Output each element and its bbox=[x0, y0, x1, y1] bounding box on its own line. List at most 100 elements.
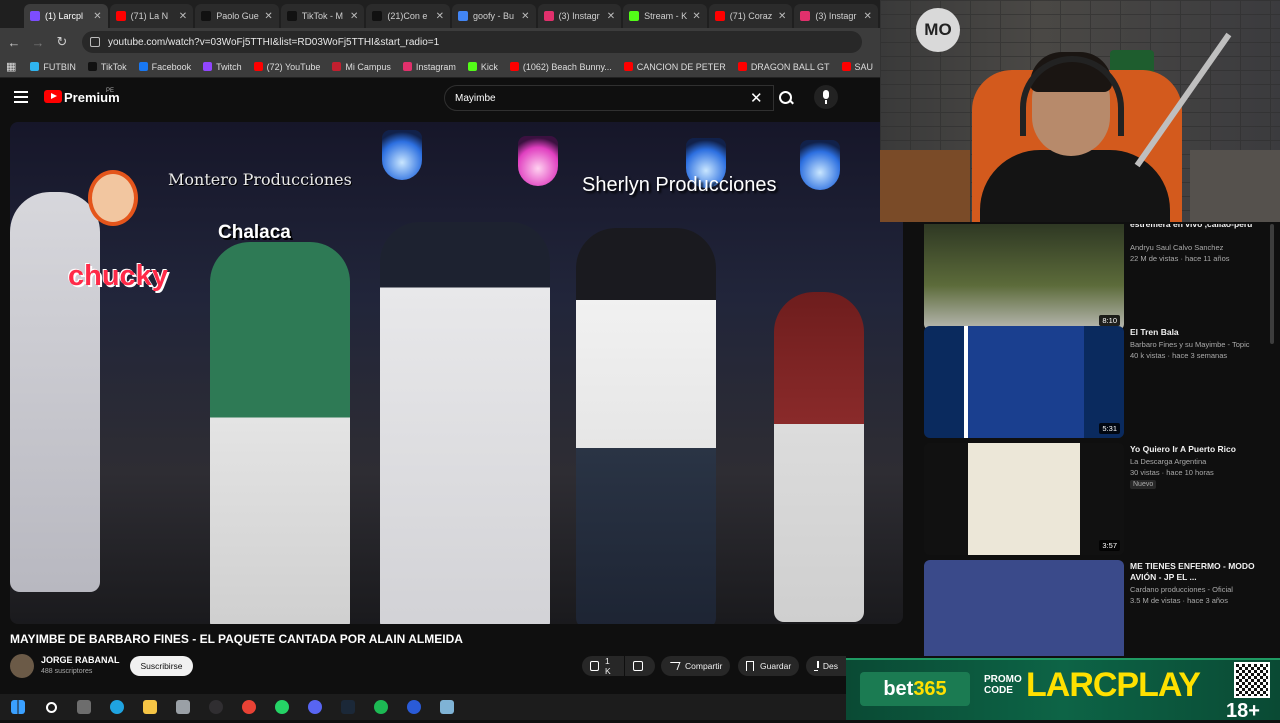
bookmark-favicon-icon bbox=[87, 62, 97, 71]
whatsapp-icon-glyph bbox=[275, 700, 289, 714]
recommended-title[interactable]: estremera en vivo ,callao-peru bbox=[1130, 224, 1260, 230]
browser-tab[interactable]: goofy - Bu ✕ bbox=[451, 4, 536, 28]
bookmark-item[interactable]: SAU bbox=[841, 62, 873, 72]
tab-close-icon[interactable]: ✕ bbox=[778, 11, 786, 22]
discord-icon[interactable] bbox=[305, 697, 325, 717]
bookmark-item[interactable]: Instagram bbox=[402, 62, 456, 72]
download-button[interactable]: Des bbox=[806, 656, 846, 676]
site-info-icon[interactable] bbox=[90, 37, 100, 47]
bookmark-item[interactable]: TikTok bbox=[87, 62, 127, 72]
obs-icon[interactable] bbox=[206, 697, 226, 717]
bookmark-item[interactable]: DRAGON BALL GT bbox=[737, 61, 830, 72]
tab-close-icon[interactable]: ✕ bbox=[692, 11, 700, 22]
chucky-logo-face bbox=[88, 170, 138, 226]
edge-icon[interactable] bbox=[107, 697, 127, 717]
tab-label: Stream - K bbox=[644, 11, 688, 21]
thumbs-down-icon bbox=[633, 661, 643, 671]
calculator-icon[interactable] bbox=[74, 697, 94, 717]
like-button[interactable]: 1 K bbox=[582, 656, 624, 676]
browser-tab[interactable]: (1) Larcpl ✕ bbox=[24, 4, 108, 28]
video-thumbnail[interactable]: 5:31 bbox=[924, 326, 1124, 438]
steam-icon[interactable] bbox=[338, 697, 358, 717]
recommended-video[interactable]: 8:10 estremera en vivo ,callao-peru Andryu… bbox=[924, 224, 1264, 330]
recommended-video[interactable]: ME TIENES ENFERMO - MODO AVIÓN - JP EL .… bbox=[924, 560, 1264, 656]
hamburger-menu-icon[interactable] bbox=[14, 91, 28, 103]
bookmark-favicon-icon bbox=[402, 62, 412, 71]
recommended-title[interactable]: ME TIENES ENFERMO - MODO AVIÓN - JP EL .… bbox=[1130, 561, 1260, 583]
browser-tab[interactable]: (21)Con e ✕ bbox=[366, 4, 450, 28]
video-thumbnail[interactable]: 8:10 bbox=[924, 224, 1124, 330]
bookmark-item[interactable]: FUTBIN bbox=[30, 62, 76, 72]
windows-icon[interactable] bbox=[8, 697, 28, 717]
recommended-channel[interactable]: Andryu Saul Calvo Sanchez bbox=[1130, 243, 1223, 252]
recommended-title[interactable]: El Tren Bala bbox=[1130, 327, 1260, 338]
url-field[interactable]: youtube.com/watch?v=03WoFj5TTHI&list=RD0… bbox=[82, 31, 862, 53]
edge-icon-glyph bbox=[110, 700, 124, 714]
recommended-video[interactable]: 3:57 Yo Quiero Ir A Puerto Rico La Descarg… bbox=[924, 443, 1264, 555]
tab-close-icon[interactable]: ✕ bbox=[350, 11, 358, 22]
app-icon[interactable] bbox=[173, 697, 193, 717]
save-button[interactable]: Guardar bbox=[738, 656, 800, 676]
browser-tab[interactable]: Stream - K ✕ bbox=[623, 4, 707, 28]
bookmark-item[interactable]: CANCION DE PETER bbox=[623, 62, 726, 72]
video-player[interactable]: Montero Producciones Sherlyn Produccione… bbox=[10, 122, 903, 624]
browser-tab[interactable]: (3) Instagr ✕ bbox=[537, 4, 622, 28]
tab-close-icon[interactable]: ✕ bbox=[521, 11, 529, 22]
bookmark-label: DRAGON BALL GT bbox=[750, 61, 830, 72]
browser-tab[interactable]: (3) Instagr ✕ bbox=[794, 4, 878, 28]
bookmark-label: (72) YouTube bbox=[266, 61, 321, 72]
dislike-button[interactable] bbox=[625, 656, 655, 676]
browser-tab[interactable]: (71) La N ✕ bbox=[109, 4, 194, 28]
discord-icon-glyph bbox=[308, 700, 322, 714]
tab-close-icon[interactable]: ✕ bbox=[179, 11, 187, 22]
tab-close-icon[interactable]: ✕ bbox=[436, 11, 444, 22]
bed bbox=[1190, 150, 1280, 222]
clear-search-icon[interactable]: ✕ bbox=[750, 89, 763, 107]
bookmark-label: FUTBIN bbox=[43, 61, 76, 72]
bookmark-item[interactable]: (1062) Beach Bunny... bbox=[509, 62, 612, 72]
share-label: Compartir bbox=[685, 661, 723, 671]
notepad-icon[interactable] bbox=[437, 697, 457, 717]
channel-name[interactable]: JORGE RABANAL bbox=[41, 655, 120, 665]
search-icon-glyph bbox=[45, 701, 57, 713]
bookmark-item[interactable]: (72) YouTube bbox=[253, 61, 321, 72]
browser-tab[interactable]: TikTok - M ✕ bbox=[280, 4, 365, 28]
search-icon[interactable] bbox=[774, 85, 798, 111]
browser-tab[interactable]: Paolo Gue ✕ bbox=[195, 4, 279, 28]
tab-label: (3) Instagr bbox=[558, 11, 600, 21]
ea-icon[interactable] bbox=[404, 697, 424, 717]
bookmark-item[interactable]: Twitch bbox=[203, 62, 242, 72]
whatsapp-icon[interactable] bbox=[272, 697, 292, 717]
tab-close-icon[interactable]: ✕ bbox=[93, 11, 101, 22]
voice-search-mic-icon[interactable] bbox=[814, 85, 838, 109]
recommended-video[interactable]: 5:31 El Tren Bala Barbaro Fines y su Mayim… bbox=[924, 326, 1264, 438]
share-button[interactable]: Compartir bbox=[661, 656, 731, 676]
search-icon[interactable] bbox=[41, 697, 61, 717]
recommended-channel[interactable]: Cardano producciones - Oficial bbox=[1130, 585, 1233, 594]
tab-close-icon[interactable]: ✕ bbox=[607, 11, 615, 22]
browser-tab[interactable]: (71) Coraz ✕ bbox=[708, 4, 793, 28]
folder-icon[interactable] bbox=[140, 697, 160, 717]
bookmark-item[interactable]: Kick bbox=[467, 62, 498, 72]
tab-close-icon[interactable]: ✕ bbox=[864, 11, 872, 22]
channel-avatar[interactable] bbox=[10, 654, 34, 678]
reload-icon[interactable]: ↻ bbox=[52, 34, 72, 50]
back-arrow-icon[interactable]: ← bbox=[4, 35, 24, 50]
forward-arrow-icon[interactable]: → bbox=[28, 35, 48, 50]
video-thumbnail[interactable]: 3:57 bbox=[924, 443, 1124, 555]
search-input[interactable]: Mayimbe bbox=[444, 85, 774, 111]
recommended-title[interactable]: Yo Quiero Ir A Puerto Rico bbox=[1130, 444, 1260, 455]
tab-close-icon[interactable]: ✕ bbox=[264, 11, 272, 22]
spotify-icon[interactable] bbox=[371, 697, 391, 717]
subscribe-button[interactable]: Suscribirse bbox=[130, 656, 193, 676]
apps-grid-icon[interactable]: ▦ bbox=[6, 60, 16, 73]
recommended-channel[interactable]: Barbaro Fines y su Mayimbe - Topic bbox=[1130, 340, 1250, 349]
chucky-watermark: chucky bbox=[68, 260, 168, 292]
video-thumbnail[interactable] bbox=[924, 560, 1124, 656]
youtube-logo-icon[interactable] bbox=[44, 90, 62, 103]
bookmark-item[interactable]: Facebook bbox=[138, 62, 191, 72]
chrome-icon[interactable] bbox=[239, 697, 259, 717]
sidebar-scrollbar[interactable] bbox=[1270, 224, 1274, 344]
recommended-channel[interactable]: La Descarga Argentina bbox=[1130, 457, 1206, 466]
bookmark-item[interactable]: Mi Campus bbox=[332, 62, 391, 72]
